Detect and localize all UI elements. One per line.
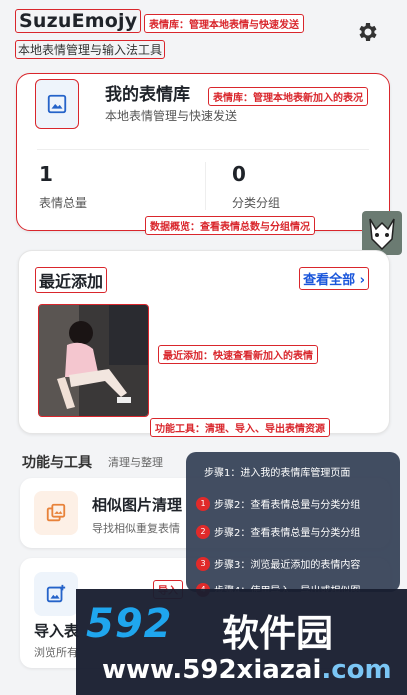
total-count: 1 [39,162,53,186]
view-all-link[interactable]: 查看全部 › [299,267,369,290]
step-number: 2 [196,524,210,539]
view-all-label: 查看全部 [303,273,356,288]
title-callout: 表情库：管理本地表情与快速发送 [144,14,304,33]
mascot-icon [362,211,402,255]
recent-card: 最近添加 查看全部 › [18,250,390,434]
add-image-icon [34,572,78,616]
step-item: 3 步骤3：浏览最近添加的表情内容 [196,556,360,571]
import-subtitle: 浏览所有 [34,646,78,659]
step-text: 步骤2：查看表情总量与分类分组 [214,500,361,511]
import-title: 导入表 [34,622,80,640]
duplicate-image-icon [34,491,78,535]
tools-callout: 功能工具：清理、导入、导出表情资源 [150,418,330,437]
app-title: SuzuEmojy [15,9,142,33]
divider [205,162,206,210]
image-icon [35,79,79,129]
group-label: 分类分组 [232,196,281,210]
tools-section-title: 功能与工具 [22,455,92,471]
watermark-logo: 592 [86,601,173,647]
gear-icon[interactable] [355,20,379,44]
similar-title: 相似图片清理 [92,496,183,514]
watermark-url: www.592xiazai.com [102,655,392,685]
app-subtitle: 本地表情管理与输入法工具 [15,40,166,59]
library-callout: 表情库：管理本地表新加入的表况 [208,87,368,106]
recent-emoji-thumbnail[interactable] [38,304,149,417]
step-intro: 步骤1：进入我的表情库管理页面 [204,468,351,479]
library-title: 我的表情库 [105,85,190,105]
stats-callout: 数据概览：查看表情总数与分组情况 [145,216,315,235]
step-text: 步骤3：浏览最近添加的表情内容 [214,560,361,571]
similar-subtitle: 导找相似重复表情 [92,522,180,535]
tools-section-subtitle: 清理与整理 [108,456,163,469]
step-number: 1 [196,496,210,511]
recent-callout: 最近添加：快速查看新加入的表情 [158,345,318,364]
steps-overlay: 步骤1：进入我的表情库管理页面 1 步骤2：查看表情总量与分类分组 2 步骤2：查看… [186,452,400,597]
watermark-brand: 软件园 [222,612,333,655]
recent-title: 最近添加 [35,267,108,293]
divider [37,149,369,150]
step-item: 2 步骤2：查看表情总量与分类分组 [196,524,360,539]
watermark-url-tld: .com [321,655,392,685]
step-item: 1 步骤2：查看表情总量与分类分组 [196,496,360,511]
step-text: 步骤2：查看表情总量与分类分组 [214,528,361,539]
library-subtitle: 本地表情管理与快速发送 [105,109,238,123]
watermark-url-main: www.592xiazai [102,655,322,685]
watermark: 592 软件园 www.592xiazai.com [76,589,407,695]
total-label: 表情总量 [39,196,88,210]
step-number: 3 [196,556,210,571]
group-count: 0 [232,162,246,186]
